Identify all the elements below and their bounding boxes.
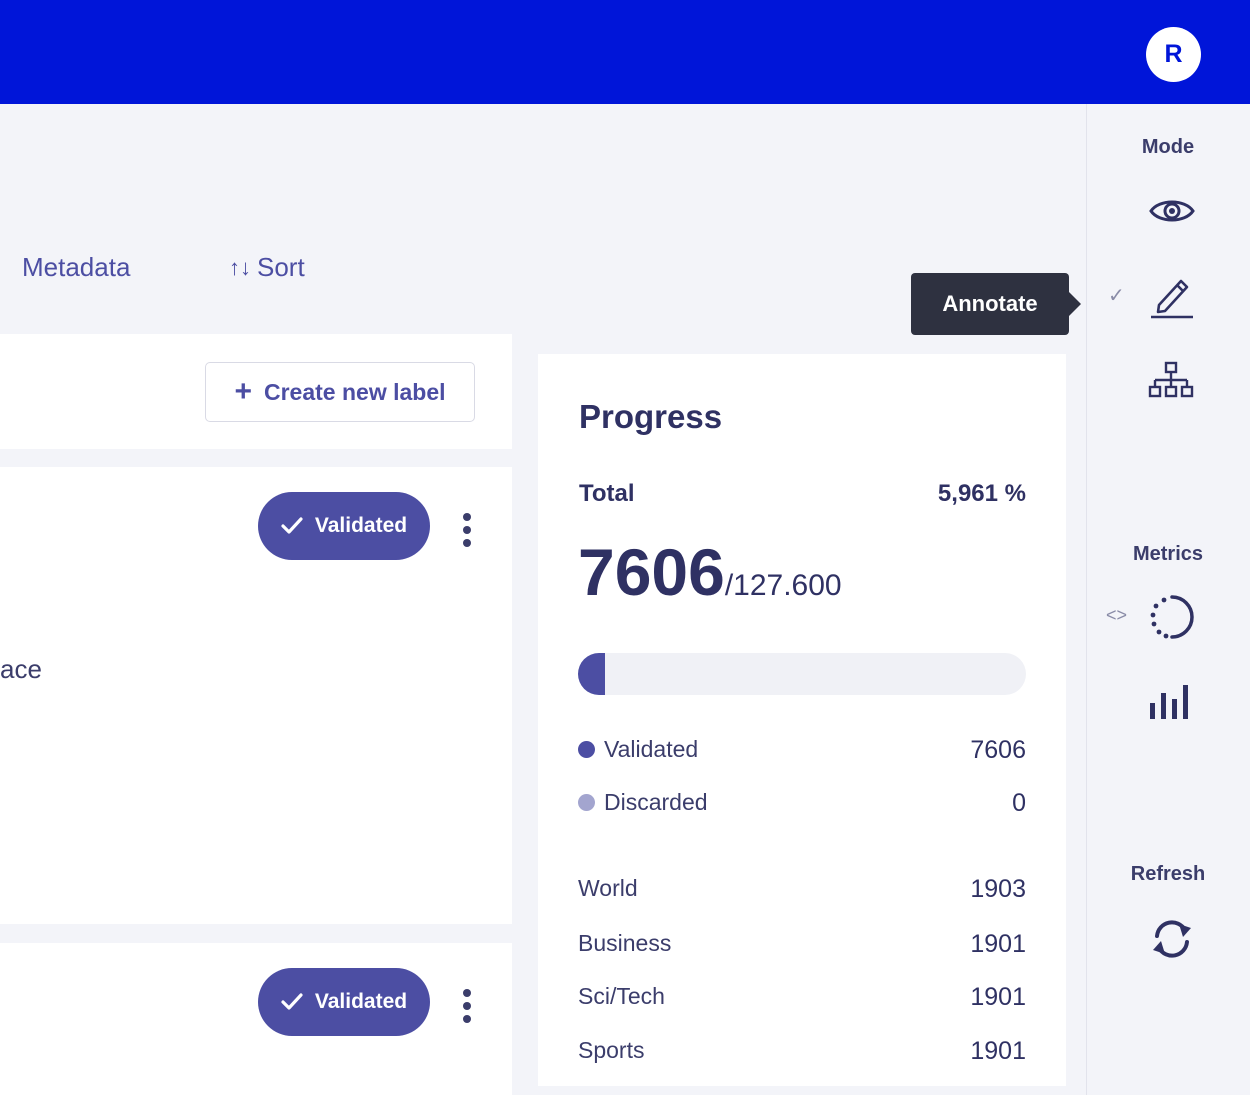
category-row: Sports 1901 xyxy=(578,1037,1026,1065)
progress-count: 7606/127.600 xyxy=(578,534,842,610)
refresh-icon[interactable] xyxy=(1149,916,1195,962)
total-label: Total xyxy=(579,480,635,507)
legend-validated: Validated 7606 xyxy=(578,736,1026,765)
pencil-icon[interactable] xyxy=(1149,273,1195,319)
annotate-tooltip: Annotate xyxy=(911,273,1081,335)
progress-bar-fill xyxy=(578,653,605,695)
metrics-heading: Metrics xyxy=(1132,543,1204,565)
create-label-text: Create new label xyxy=(264,378,446,405)
discarded-dot-icon xyxy=(578,794,595,811)
sort-button[interactable]: ↑↓ Sort xyxy=(229,252,305,283)
top-bar: R xyxy=(0,0,1250,104)
record-text: ace xyxy=(0,654,42,684)
progress-ring-icon[interactable] xyxy=(1146,594,1196,640)
plus-icon: + xyxy=(234,375,252,408)
hierarchy-icon[interactable] xyxy=(1148,361,1194,399)
progress-card: Progress Total 5,961 % 7606/127.600 Vali… xyxy=(538,354,1066,1086)
record-card xyxy=(0,943,512,1095)
category-row: Business 1901 xyxy=(578,930,1026,958)
status-label: Validated xyxy=(314,514,408,537)
more-options-icon[interactable] xyxy=(457,986,477,1026)
active-check-icon: ✓ xyxy=(1108,285,1125,307)
validated-count: 7606 xyxy=(578,535,725,609)
sort-arrows-icon: ↑↓ xyxy=(229,254,251,280)
check-icon xyxy=(281,517,303,534)
legend-value: 7606 xyxy=(970,736,1026,764)
create-label-button[interactable]: + Create new label xyxy=(205,362,475,422)
validated-dot-icon xyxy=(578,741,595,758)
validated-status-badge[interactable]: Validated xyxy=(258,968,430,1036)
legend-label: Validated xyxy=(578,736,698,765)
metadata-filter[interactable]: Metadata xyxy=(22,252,130,283)
record-card xyxy=(0,467,512,924)
total-percent: 5,961 % xyxy=(937,480,1026,507)
total-records: /127.600 xyxy=(724,569,842,602)
mode-heading: Mode xyxy=(1141,136,1195,158)
check-icon xyxy=(281,993,303,1010)
user-avatar[interactable]: R xyxy=(1146,27,1201,82)
sort-label: Sort xyxy=(257,252,305,282)
refresh-heading: Refresh xyxy=(1130,863,1206,885)
legend-label: Discarded xyxy=(578,789,708,818)
more-options-icon[interactable] xyxy=(457,510,477,550)
legend-value: 0 xyxy=(1012,789,1026,817)
status-label: Validated xyxy=(314,990,408,1013)
validated-status-badge[interactable]: Validated xyxy=(258,492,430,560)
code-toggle-icon[interactable]: <> xyxy=(1106,605,1127,626)
category-row: Sci/Tech 1901 xyxy=(578,983,1026,1011)
progress-bar xyxy=(578,653,1026,695)
progress-title: Progress xyxy=(579,398,723,435)
bar-chart-icon[interactable] xyxy=(1148,683,1194,719)
legend-discarded: Discarded 0 xyxy=(578,789,1026,818)
category-row: World 1903 xyxy=(578,875,1026,903)
eye-icon[interactable] xyxy=(1149,196,1195,226)
